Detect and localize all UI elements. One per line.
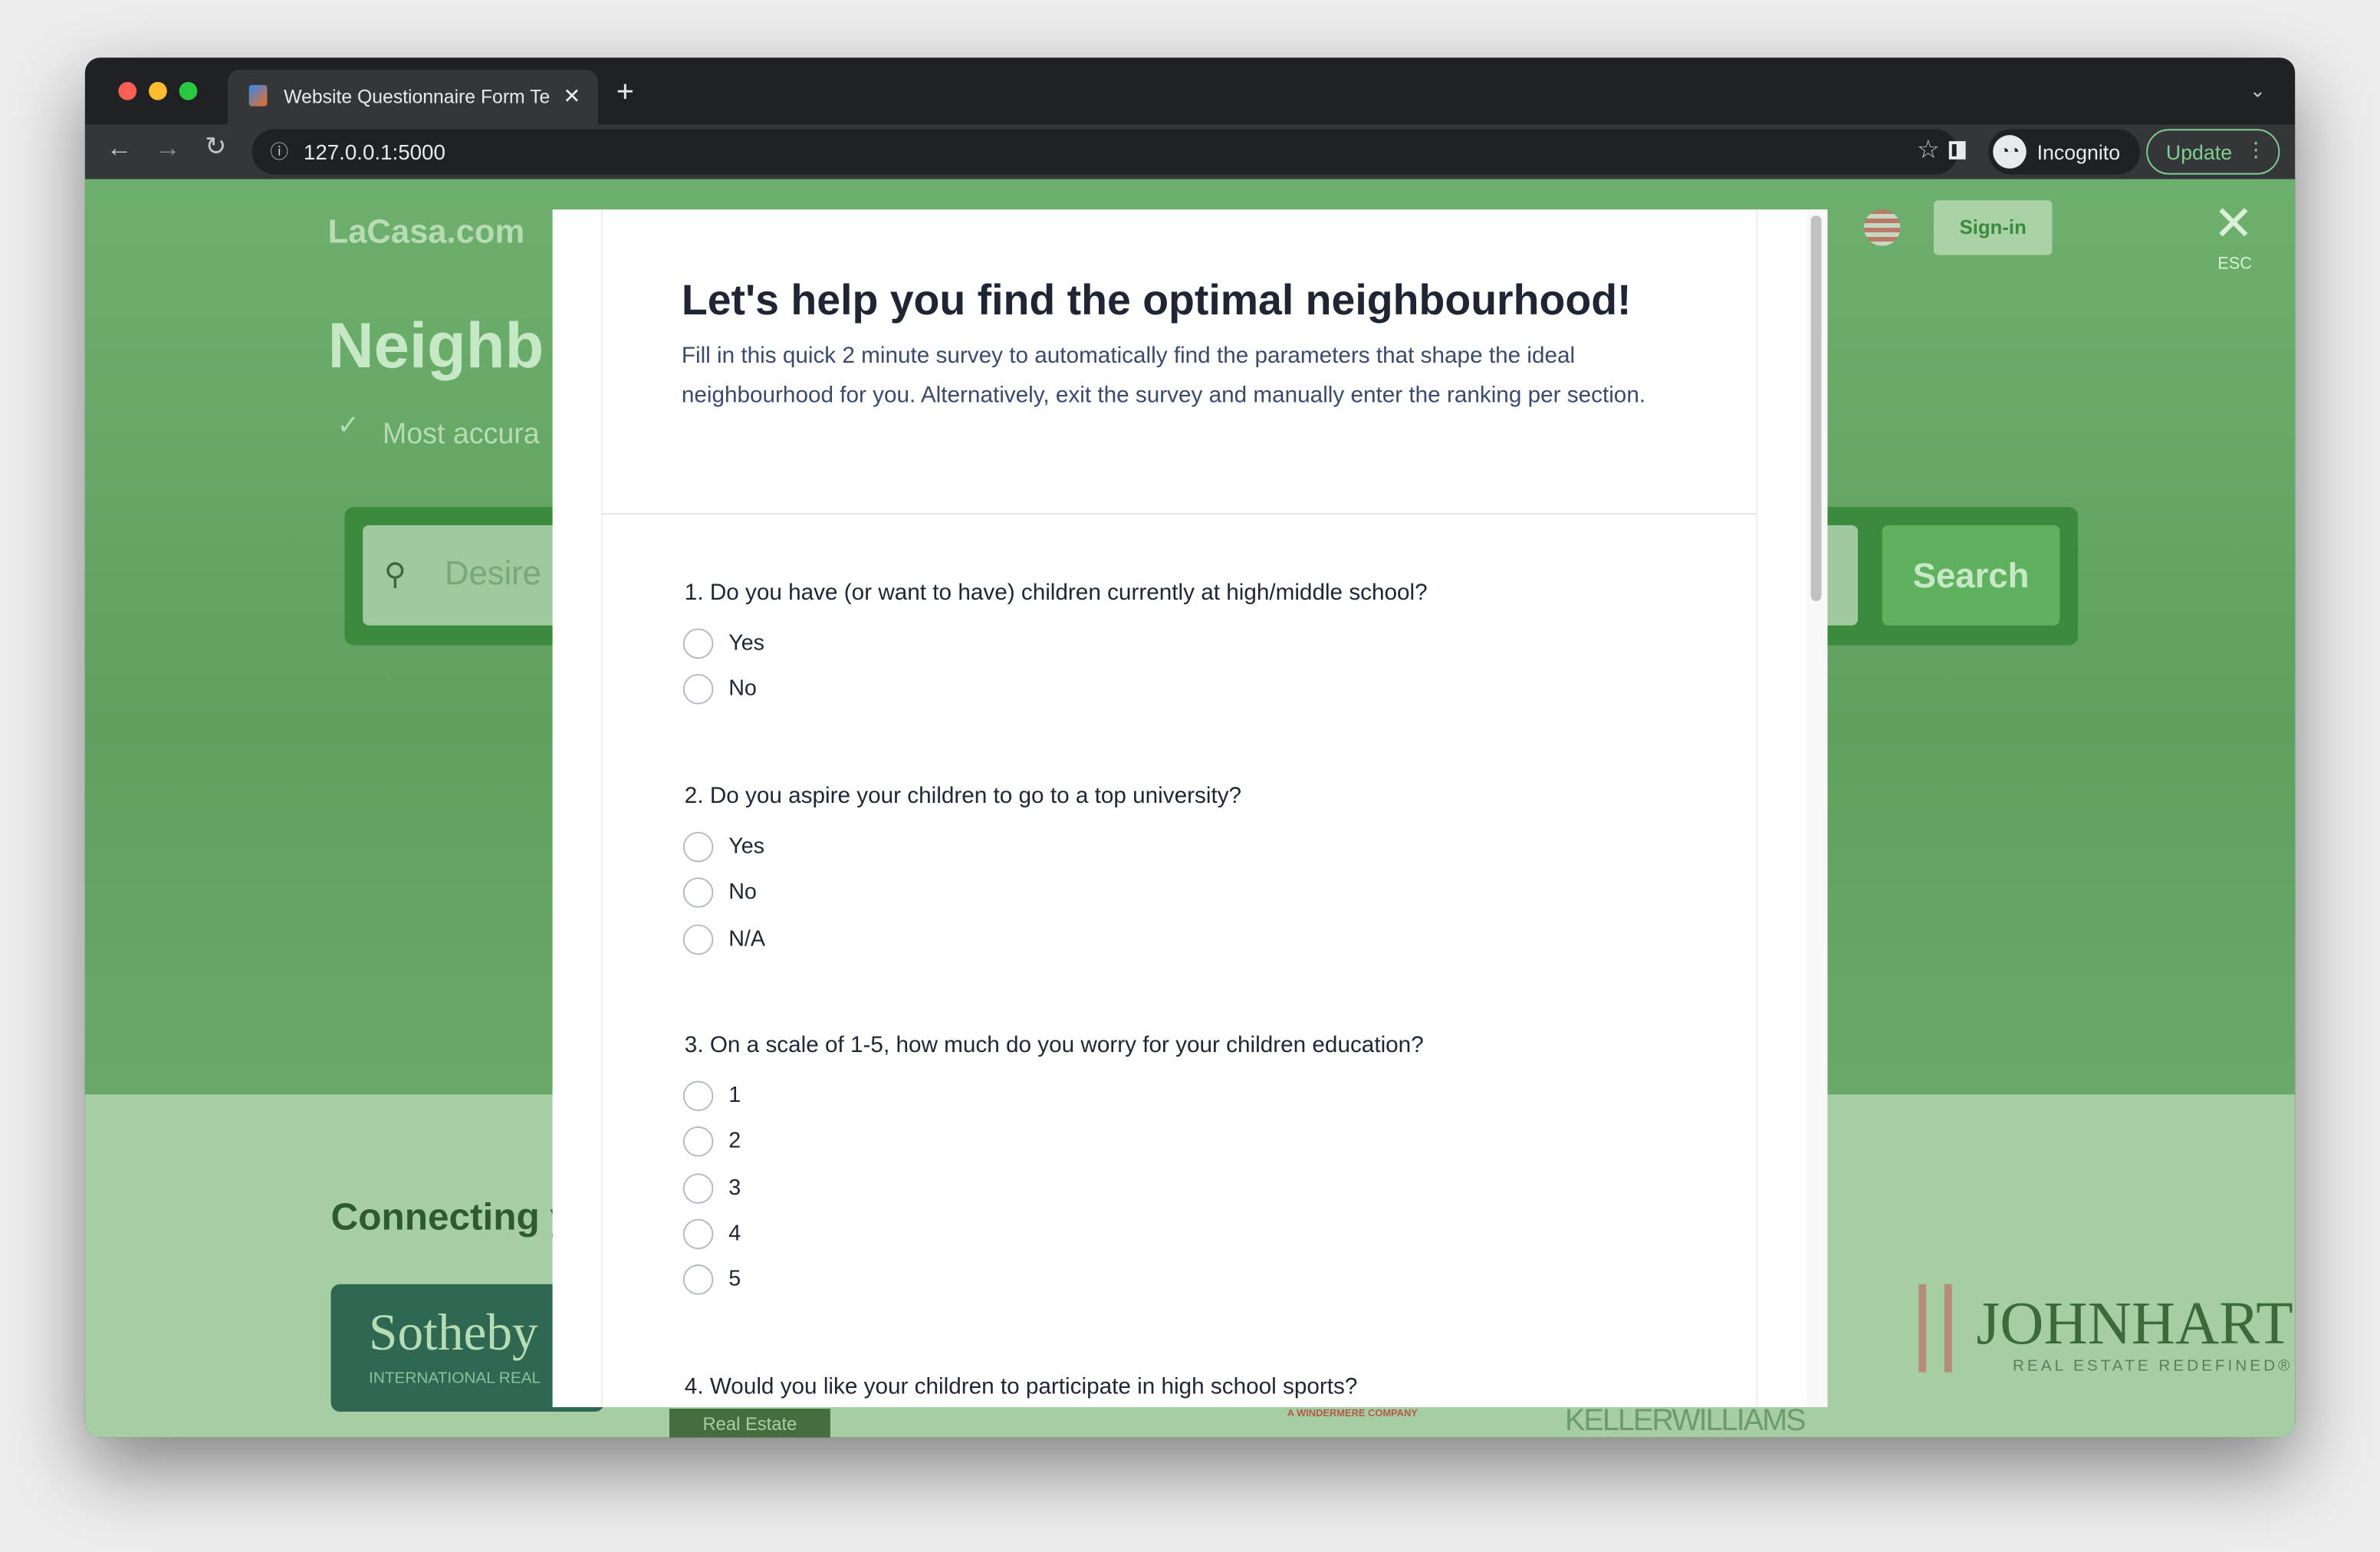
close-tab-icon[interactable]: ✕	[563, 84, 580, 110]
partner-tagline: REAL ESTATE REDEFINED®	[2012, 1356, 2293, 1376]
question-1: 1. Do you have (or want to have) childre…	[684, 580, 1428, 606]
question-4: 4. Would you like your children to parti…	[684, 1373, 1358, 1400]
esc-hint: ESC	[2217, 255, 2252, 274]
divider	[602, 513, 1757, 515]
option-label: Yes	[728, 631, 765, 656]
radio-button[interactable]	[682, 1172, 714, 1204]
close-window-button[interactable]	[118, 81, 137, 100]
partner-real-estate[interactable]: Real Estate	[669, 1409, 830, 1438]
option-label: 1	[728, 1083, 741, 1109]
johnhart-logo-icon	[1918, 1284, 1952, 1373]
back-icon[interactable]: ←	[107, 133, 133, 164]
browser-tab[interactable]: Website Questionnaire Form Te ✕	[227, 70, 598, 125]
check-icon: ✓	[337, 409, 360, 441]
option-label: 4	[728, 1222, 741, 1247]
question-3: 3. On a scale of 1-5, how much do you wo…	[684, 1032, 1424, 1058]
hero-title: Neighb	[327, 309, 544, 381]
modal-title: Let's help you find the optimal neighbou…	[681, 276, 1632, 324]
tab-bar: Website Questionnaire Form Te ✕ + ⌄	[84, 58, 2296, 125]
side-panel-icon[interactable]	[1948, 141, 1966, 159]
menu-kebab-icon[interactable]: ⋮	[2246, 138, 2267, 163]
toolbar: ← → ↻ ⓘ 127.0.0.1:5000 ☆ ◔◔ Incognito Up…	[84, 124, 2296, 179]
reload-icon[interactable]: ↻	[205, 132, 226, 163]
minimize-window-button[interactable]	[149, 81, 167, 100]
info-icon: ⓘ	[270, 141, 289, 163]
new-tab-icon[interactable]: +	[616, 76, 634, 111]
partner-subtitle: INTERNATIONAL REAL	[369, 1369, 541, 1388]
option-label: No	[728, 677, 757, 702]
favicon-icon	[248, 84, 268, 107]
question-2: 2. Do you aspire your children to go to …	[684, 783, 1242, 810]
page-content: LaCasa.com Neighb ✓ Most accura ⚲ Desire…	[84, 179, 2296, 1438]
update-button[interactable]: Update ⋮	[2146, 129, 2280, 175]
update-label: Update	[2165, 141, 2233, 164]
partner-johnhart[interactable]: JOHNHART REAL ESTATE REDEFINED®	[1918, 1284, 2295, 1391]
option-label: No	[728, 880, 757, 906]
url-text: 127.0.0.1:5000	[303, 140, 445, 164]
address-bar[interactable]: ⓘ 127.0.0.1:5000 ☆	[251, 129, 1958, 175]
site-logo[interactable]: LaCasa.com	[328, 212, 525, 252]
option-label: N/A	[728, 926, 766, 952]
close-modal-icon[interactable]: ✕	[2213, 194, 2253, 252]
us-flag-icon[interactable]	[1863, 209, 1901, 246]
hero-feature-text: Most accura	[382, 419, 540, 451]
connecting-heading: Connecting y	[330, 1195, 572, 1239]
radio-button[interactable]	[682, 831, 714, 863]
radio-button[interactable]	[682, 1218, 714, 1249]
profile-label: Incognito	[2036, 141, 2121, 164]
radio-button[interactable]	[682, 923, 714, 955]
search-placeholder: Desire	[445, 554, 541, 593]
option-label: 2	[728, 1129, 741, 1155]
modal-description: Fill in this quick 2 minute survey to au…	[681, 343, 1646, 409]
scrollbar-thumb[interactable]	[1810, 215, 1822, 601]
incognito-icon: ◔◔	[1993, 135, 2027, 169]
tab-search-chevron-icon[interactable]: ⌄	[2250, 79, 2267, 104]
search-button[interactable]: Search	[1882, 524, 2060, 626]
incognito-profile[interactable]: ◔◔ Incognito	[1988, 129, 2141, 175]
tab-title: Website Questionnaire Form Te	[284, 86, 550, 108]
option-label: Yes	[728, 834, 765, 860]
bookmark-star-icon[interactable]: ☆	[1917, 135, 1940, 166]
search-icon: ⚲	[383, 558, 406, 593]
partner-kellerwilliams[interactable]: KELLERWILLIAMS	[1565, 1406, 1806, 1436]
radio-button[interactable]	[682, 628, 714, 659]
partner-windermere[interactable]: A WINDERMERE COMPANY	[1287, 1409, 1418, 1419]
partner-name: JOHNHART	[1976, 1288, 2293, 1357]
option-label: 3	[728, 1176, 741, 1201]
partner-name: Sotheby	[369, 1305, 538, 1362]
option-label: 5	[728, 1268, 741, 1293]
forward-icon[interactable]: →	[155, 133, 181, 164]
questionnaire-modal: Let's help you find the optimal neighbou…	[552, 209, 1828, 1408]
browser-window: Website Questionnaire Form Te ✕ + ⌄ ← → …	[84, 58, 2296, 1438]
maximize-window-button[interactable]	[179, 81, 198, 100]
sign-in-button[interactable]: Sign-in	[1934, 200, 2053, 255]
radio-button[interactable]	[682, 1080, 714, 1112]
scrollbar[interactable]	[1806, 209, 1828, 1408]
